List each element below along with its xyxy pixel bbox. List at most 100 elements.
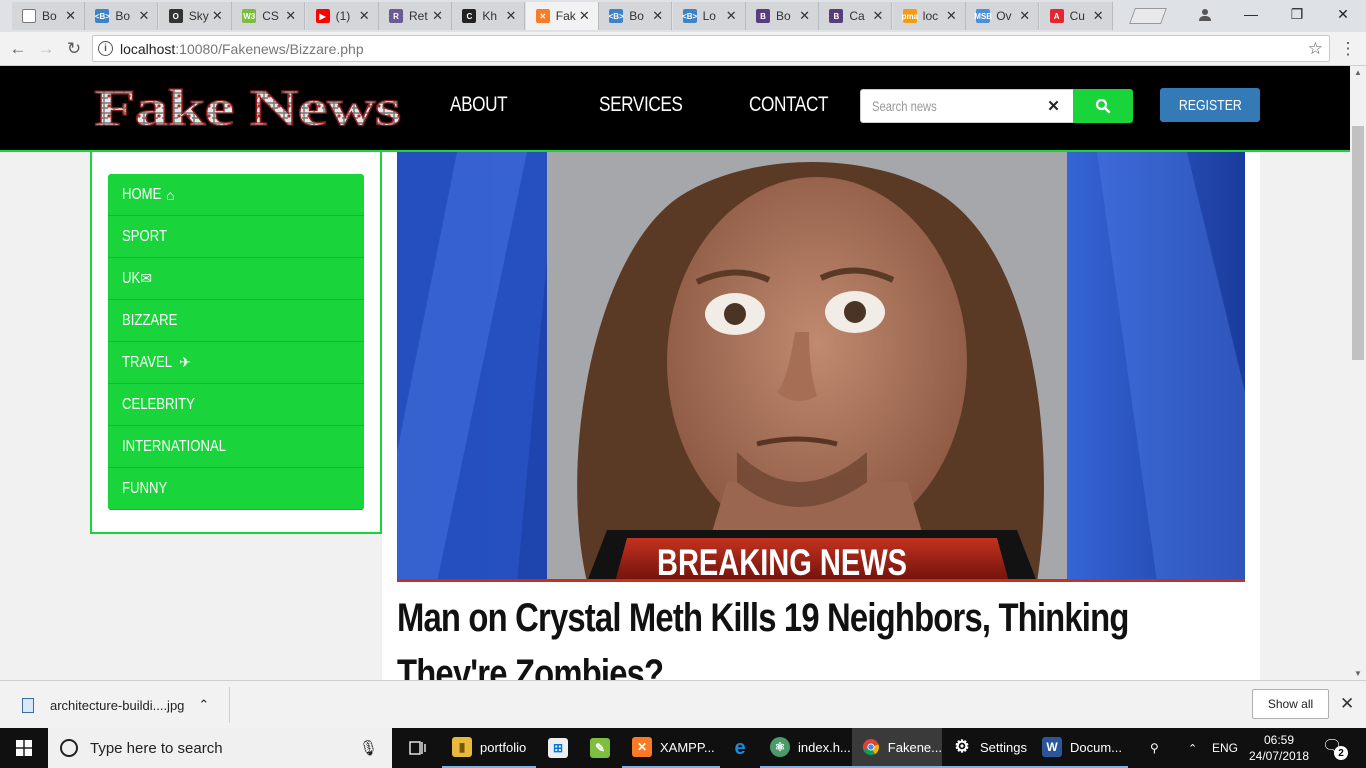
sidebar-item-home[interactable]: HOME ⌂ [108,174,364,216]
category-menu: HOME ⌂ SPORT UK ✉ BIZZARE TRAVEL ✈ CELEBRITY INTE… [108,174,364,510]
taskbar-app-xampp[interactable]: ✕ XAMPP... [622,728,720,768]
register-button[interactable]: REGISTER [1160,88,1260,122]
tab-close-icon[interactable]: ✕ [579,8,590,24]
tab-close-icon[interactable]: ✕ [65,8,76,24]
search-button[interactable] [1073,89,1133,123]
scroll-down-icon[interactable]: ▼ [1354,669,1362,678]
tab-close-icon[interactable]: ✕ [946,8,957,24]
taskbar-app-portfolio[interactable]: ▮ portfolio [442,728,536,768]
tab-close-icon[interactable]: ✕ [726,8,737,24]
word-icon: W [1042,737,1062,757]
browser-tab[interactable]: B Bo ✕ [746,2,819,30]
nav-about-link[interactable]: ABOUT [450,93,508,117]
clock-time: 06:59 [1263,733,1295,747]
folder-icon: ▮ [452,737,472,757]
back-icon[interactable]: ← [6,37,30,61]
article-headline[interactable]: Man on Crystal Meth Kills 19 Neighbors, … [397,590,1245,680]
tab-close-icon[interactable]: ✕ [1019,8,1030,24]
tab-close-icon[interactable]: ✕ [432,8,443,24]
show-hidden-icons-icon[interactable]: ⌃ [1188,728,1197,768]
tab-close-icon[interactable]: ✕ [505,8,516,24]
taskbar-app-chrome[interactable]: Fakene... [852,728,942,768]
taskbar-edge-icon[interactable]: e [720,728,760,768]
taskbar-app-atom[interactable]: ⚛ index.h... [760,728,852,768]
close-download-shelf-icon[interactable]: ✕ [1340,694,1354,714]
site-info-icon[interactable]: i [98,41,113,56]
scroll-up-icon[interactable]: ▲ [1354,68,1362,77]
clear-search-button[interactable]: ✕ [1034,89,1074,123]
minimize-icon[interactable]: — [1228,0,1274,28]
browser-tab[interactable]: <B> Bo ✕ [599,2,673,30]
tab-close-icon[interactable]: ✕ [359,8,370,24]
browser-tab[interactable]: B Ca ✕ [819,2,893,30]
browser-tab-strip: — ❐ ✕ Bo ✕ <B> Bo ✕ O Sky ✕ W3 CS ✕ ▶ (1) ✕ R Ret ✕ C Kh ✕ ✕… [0,0,1366,32]
browser-tab[interactable]: W3 CS ✕ [232,2,306,30]
tab-favicon-icon: R [389,9,403,23]
notepad-icon: ✎ [590,738,610,758]
sidebar-item-uk[interactable]: UK ✉ [108,258,364,300]
tab-favicon-icon: B [756,9,770,23]
taskbar-store-icon[interactable]: ⊞ [538,728,580,768]
bookmark-star-icon[interactable]: ☆ [1308,39,1323,59]
show-all-downloads-button[interactable]: Show all [1252,689,1329,719]
tab-close-icon[interactable]: ✕ [138,8,149,24]
tab-close-icon[interactable]: ✕ [212,8,223,24]
nav-contact-link[interactable]: CONTACT [749,93,828,117]
browser-tab[interactable]: ✕ Fak ✕ [525,2,599,30]
nav-services-link[interactable]: SERVICES [599,93,683,117]
profile-icon[interactable] [1182,0,1228,28]
sidebar-item-bizzare[interactable]: BIZZARE [108,300,364,342]
task-view-icon[interactable] [402,728,436,768]
input-language[interactable]: ENG [1212,728,1238,768]
chrome-icon [862,738,879,756]
browser-tab[interactable]: Bo ✕ [12,2,85,30]
maximize-icon[interactable]: ❐ [1274,0,1320,28]
browser-tab[interactable]: ▶ (1) ✕ [305,2,379,30]
scroll-thumb[interactable] [1352,126,1364,360]
taskbar-search-box[interactable]: Type here to search 🎙 [48,728,392,768]
sidebar-item-sport[interactable]: SPORT [108,216,364,258]
microphone-icon[interactable]: 🎙 [359,739,378,757]
tab-close-icon[interactable]: ✕ [872,8,883,24]
news-search-input[interactable]: Search news [860,89,1035,123]
forward-icon[interactable]: → [34,37,58,61]
browser-tab[interactable]: A Cu ✕ [1039,2,1113,30]
tab-close-icon[interactable]: ✕ [799,8,810,24]
chevron-up-icon[interactable]: ⌃ [198,697,209,713]
tab-close-icon[interactable]: ✕ [652,8,663,24]
search-placeholder: Search news [872,98,937,114]
browser-menu-icon[interactable]: ⋮ [1336,37,1360,61]
address-bar[interactable]: i localhost:10080/Fakenews/Bizzare.php ☆ [92,35,1330,62]
sidebar-item-travel[interactable]: TRAVEL ✈ [108,342,364,384]
reload-icon[interactable]: ↻ [62,37,86,61]
browser-tab[interactable]: <B> Bo ✕ [85,2,159,30]
plane-icon: ✈ [179,354,191,370]
page-scrollbar[interactable]: ▲ ▼ [1350,66,1366,680]
tab-close-icon[interactable]: ✕ [1093,8,1104,24]
tab-close-icon[interactable]: ✕ [285,8,296,24]
new-tab-button[interactable] [1129,8,1167,24]
taskbar-clock[interactable]: 06:59 24/07/2018 [1246,732,1312,764]
gear-icon: ⚙ [954,737,970,756]
taskbar-notepad-icon[interactable]: ✎ [580,728,622,768]
window-close-icon[interactable]: ✕ [1320,0,1366,28]
start-button[interactable] [0,728,48,768]
browser-tab[interactable]: <B> Lo ✕ [672,2,746,30]
sidebar-item-celebrity[interactable]: CELEBRITY [108,384,364,426]
people-icon[interactable]: ⚲ [1150,728,1159,768]
browser-tab[interactable]: C Kh ✕ [452,2,526,30]
sidebar-item-funny[interactable]: FUNNY [108,468,364,510]
action-center-icon[interactable]: 🗨 2 [1322,736,1348,760]
taskbar-app-settings[interactable]: ⚙ Settings [942,728,1032,768]
windows-logo-icon [16,740,32,756]
article-hero-image[interactable]: BREAKING NEWS [397,152,1245,582]
taskbar-app-word[interactable]: W Docum... [1032,728,1128,768]
browser-tab[interactable]: R Ret ✕ [379,2,452,30]
browser-tab[interactable]: MSB Ov ✕ [966,2,1040,30]
sidebar-item-international[interactable]: INTERNATIONAL [108,426,364,468]
browser-tab[interactable]: O Sky ✕ [158,2,232,30]
download-item[interactable]: architecture-buildi....jpg ⌃ [0,687,230,723]
browser-tab[interactable]: pma loc ✕ [892,2,966,30]
fake-news-logo[interactable]: Fake News [92,80,402,132]
tab-favicon-icon: <B> [682,9,697,23]
